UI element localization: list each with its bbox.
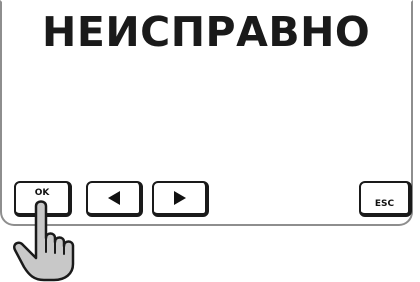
status-text: НЕИСПРАВНО: [42, 8, 371, 56]
left-arrow-button[interactable]: [86, 181, 143, 217]
pointing-hand-icon: [13, 200, 75, 282]
esc-button[interactable]: ESC: [359, 181, 412, 217]
ok-button-label: OK: [34, 188, 50, 198]
left-triangle-icon: [107, 191, 120, 205]
right-triangle-icon: [173, 191, 186, 205]
esc-button-label: ESC: [374, 199, 395, 209]
right-arrow-button[interactable]: [152, 181, 209, 217]
